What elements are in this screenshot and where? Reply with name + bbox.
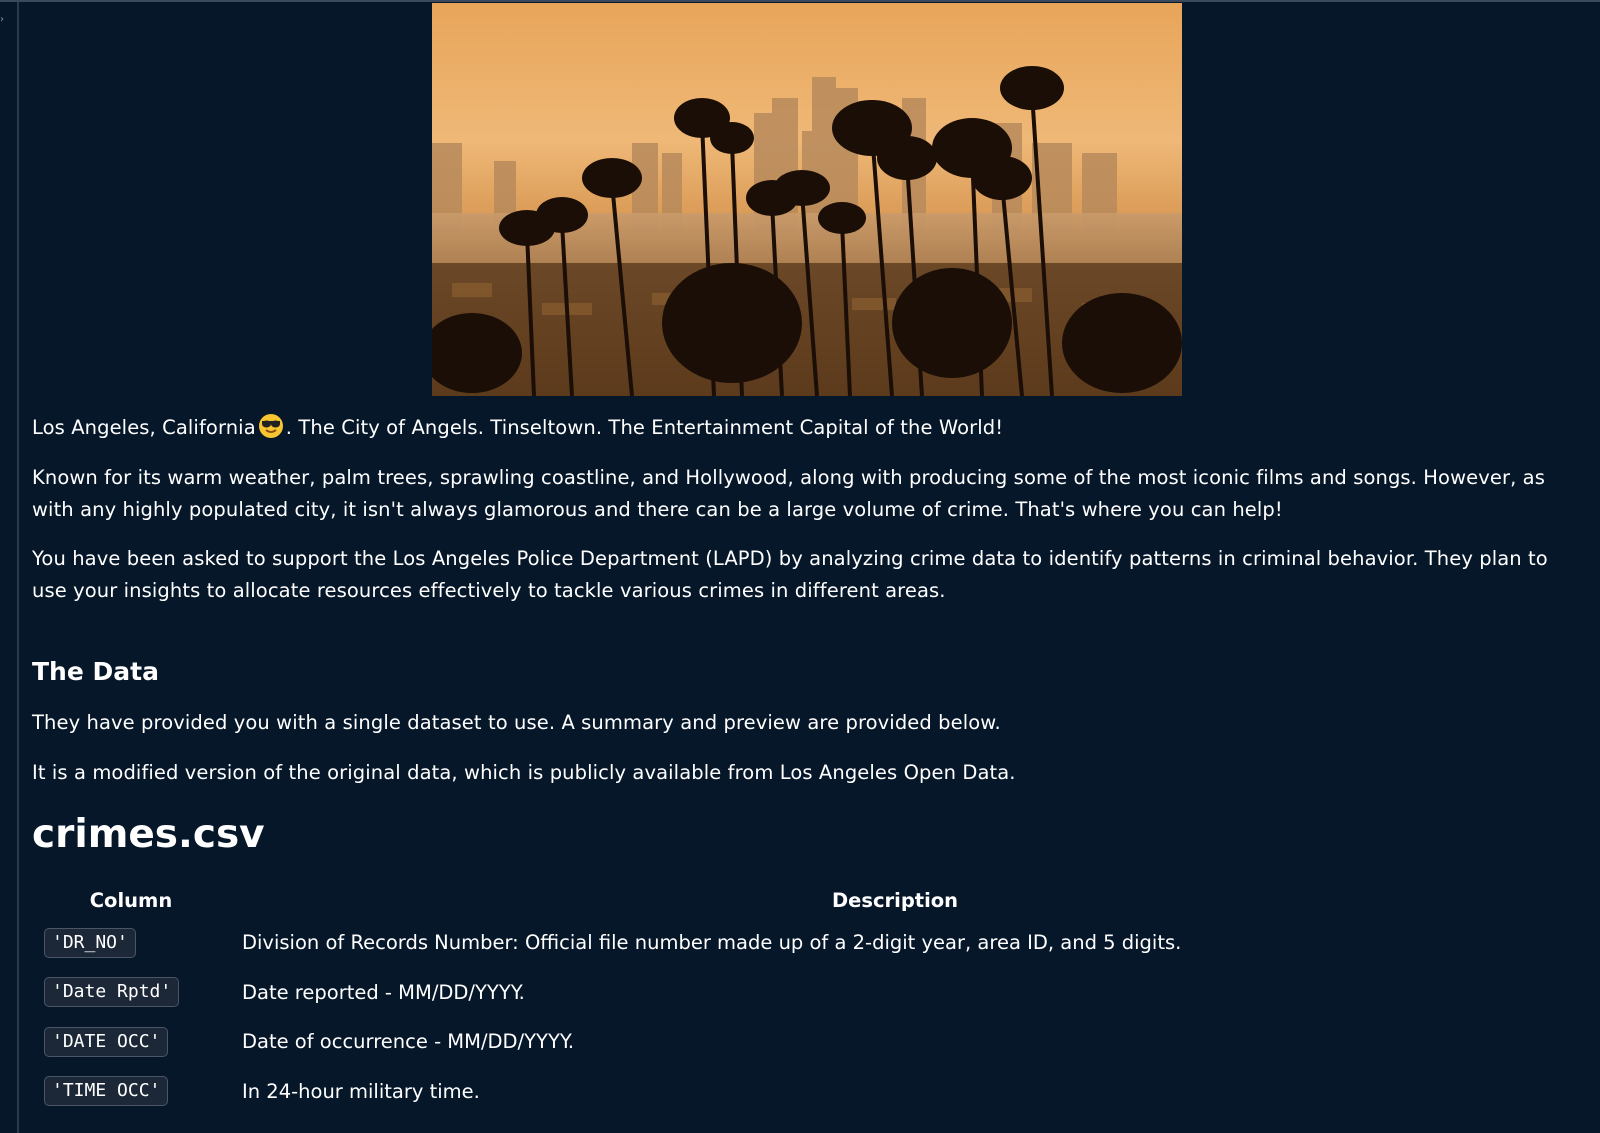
column-code: 'TIME OCC' — [44, 1076, 169, 1107]
sunglasses-emoji-icon — [258, 413, 284, 439]
table-header-row: Column Description — [32, 888, 1560, 918]
section-heading-data: The Data — [32, 657, 159, 686]
gutter-marker-icon: › — [0, 14, 4, 25]
column-code: 'DATE OCC' — [44, 1026, 169, 1057]
table-header-column: Column — [89, 888, 173, 912]
columns-table: Column Description 'DR_NO' Division of R… — [32, 888, 1560, 1116]
table-row: 'Date Rptd' Date reported - MM/DD/YYYY. — [32, 968, 1560, 1018]
table-row: 'TIME OCC' In 24-hour military time. — [32, 1067, 1560, 1117]
column-code: 'Date Rptd' — [44, 977, 180, 1008]
table-row: 'DR_NO' Division of Records Number: Offi… — [32, 918, 1560, 968]
table-cell-column: 'TIME OCC' — [32, 1067, 230, 1117]
intro-paragraph-3: You have been asked to support the Los A… — [32, 547, 1548, 602]
table-cell-description: Date of occurrence - MM/DD/YYYY. — [242, 1030, 575, 1054]
table-cell-column: 'DR_NO' — [32, 918, 230, 968]
table-cell-description: In 24-hour military time. — [242, 1079, 480, 1103]
file-heading: crimes.csv — [32, 812, 265, 857]
la-skyline-image — [432, 3, 1182, 396]
column-code: 'DR_NO' — [44, 927, 136, 958]
hero-image — [432, 3, 1182, 396]
table-cell-description: Division of Records Number: Official fil… — [242, 931, 1182, 955]
cell-gutter[interactable]: › — [0, 2, 19, 1133]
intro-paragraph-2: Known for its warm weather, palm trees, … — [32, 466, 1545, 521]
intro-line-1-end: . The City of Angels. Tinseltown. The En… — [285, 416, 1004, 439]
intro-line-1-start: Los Angeles, California — [32, 416, 256, 439]
table-cell-column: 'DATE OCC' — [32, 1017, 230, 1067]
intro-line-1: Los Angeles, California . The City of Ang… — [32, 412, 1582, 444]
data-paragraph-2: It is a modified version of the original… — [32, 761, 1016, 784]
table-cell-column: 'Date Rptd' — [32, 968, 230, 1018]
data-paragraph-1: They have provided you with a single dat… — [32, 711, 1001, 734]
table-header-description: Description — [831, 888, 959, 912]
table-cell-description: Date reported - MM/DD/YYYY. — [242, 980, 525, 1004]
table-row: 'DATE OCC' Date of occurrence - MM/DD/YY… — [32, 1017, 1560, 1067]
